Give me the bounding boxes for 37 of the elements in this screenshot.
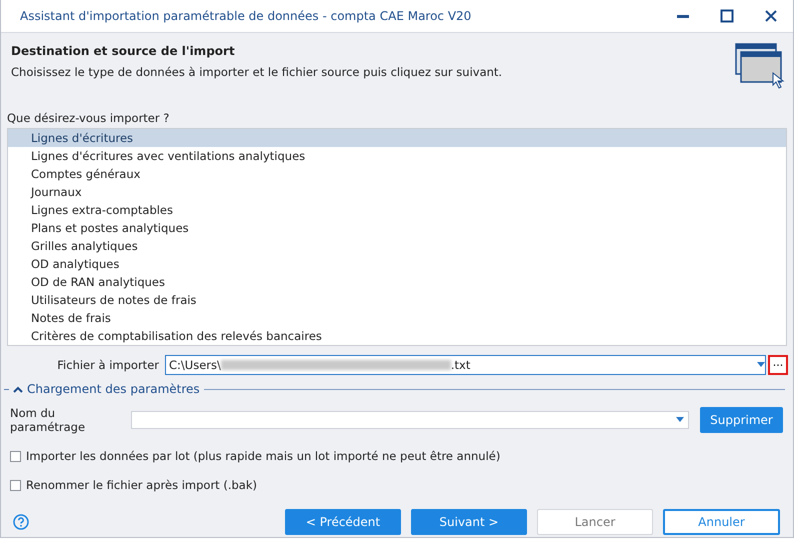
checkbox-label: Importer les données par lot (plus rapide mais un lot importé ne peut être annulé) [26,449,500,463]
question-label: Que désirez-vous importer ? [6,110,170,127]
list-item[interactable]: Notes de frais [8,309,786,327]
step-description: Choisissez le type de données à importer et le fichier source puis cliquez sur suivant. [11,65,504,79]
parameter-name-field[interactable] [131,411,689,429]
window-cursor-icon [735,43,785,89]
list-item[interactable]: Grilles analytiques [8,237,786,255]
step-title: Destination et source de l'import [11,44,236,58]
parameters-section-toggle[interactable]: Chargement des paramètres [9,382,204,396]
dialog-button[interactable]: < Précédent [285,509,401,535]
file-path-field[interactable]: C:\Users\ .txt [165,355,766,375]
delete-button[interactable]: Supprimer [700,407,783,433]
dropdown-caret-icon [757,362,765,368]
list-item[interactable]: Utilisateurs de notes de frais [8,291,786,309]
list-item[interactable]: Comptes généraux [8,165,786,183]
collapse-chevron-icon [13,386,23,392]
help-icon[interactable] [13,514,29,530]
browse-button[interactable]: ··· [768,355,788,375]
file-label: Fichier à importer [56,358,160,372]
window-title: Assistant d'importation paramétrable de données - compta CAE Maroc V20 [19,9,472,23]
checkbox-label: Renommer le fichier après import (.bak) [26,478,257,492]
list-item[interactable]: Lignes extra-comptables [8,201,786,219]
checkbox[interactable] [10,480,21,490]
list-item[interactable]: OD analytiques [8,255,786,273]
dialog-button[interactable]: Annuler [663,509,780,535]
list-item[interactable]: Critères de comptabilisation des relevés bancaires [8,327,786,345]
dropdown-caret-icon [676,417,684,423]
list-item[interactable]: Plans et postes analytiques [8,219,786,237]
dialog-button[interactable]: Suivant > [411,509,527,535]
list-item[interactable]: OD de RAN analytiques [8,273,786,291]
list-item[interactable]: Journaux [8,183,786,201]
maximize-icon [720,9,734,23]
checkbox[interactable] [10,450,21,462]
close-icon [764,9,778,23]
list-item[interactable]: Lignes d'écritures avec ventilations analytiques [8,147,786,165]
list-item[interactable]: Lignes d'écritures [8,129,786,147]
parameter-name-label: Nom du paramétrage [10,406,86,434]
